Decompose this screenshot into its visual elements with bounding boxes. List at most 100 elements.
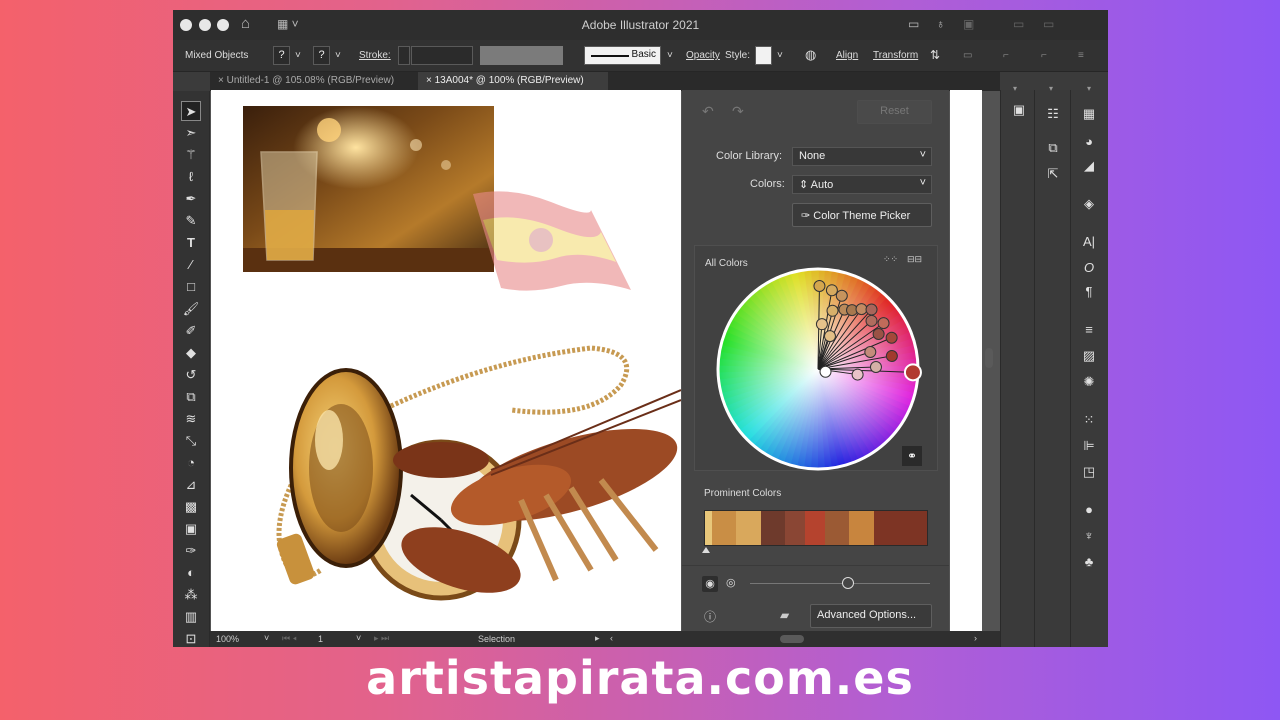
align-left-icon[interactable]: ⊫ (1079, 436, 1099, 456)
align-panel-icon[interactable]: ⁙ (1079, 410, 1099, 430)
artboard-tool-icon[interactable]: ⊡ (181, 629, 201, 647)
color-theme-picker-button[interactable]: ✑ Color Theme Picker (792, 203, 932, 227)
stroke-panel-icon[interactable]: ≡ (1079, 320, 1099, 340)
graphic-style-swatch[interactable] (755, 46, 772, 65)
color-handle[interactable] (865, 303, 878, 316)
horizontal-scrollbar[interactable] (780, 635, 804, 643)
color-handle[interactable] (826, 304, 839, 317)
lightbulb-icon[interactable]: ♁ (936, 17, 945, 31)
scroll-right-icon[interactable]: › (974, 633, 977, 643)
type-tool-icon[interactable]: T (181, 233, 201, 253)
symbols-icon[interactable]: ♆ (1079, 526, 1099, 546)
properties-panel-icon[interactable]: ▣ (1009, 100, 1029, 120)
brush-definition[interactable]: Basic (584, 46, 661, 65)
artboard-chevron-down-icon[interactable]: ˅ (356, 633, 361, 643)
prominent-color-swatch[interactable] (873, 511, 928, 545)
align-link[interactable]: Align (836, 50, 858, 61)
perspective-grid-icon[interactable]: ⊿ (181, 475, 201, 495)
stroke-label[interactable]: Stroke: (359, 50, 391, 61)
rotate-icon[interactable]: ↺ (181, 365, 201, 385)
base-color-handle[interactable] (903, 363, 922, 382)
opacity-link[interactable]: Opacity (686, 50, 720, 61)
character-icon[interactable]: A| (1079, 232, 1099, 252)
saturation-slider-handle[interactable] (842, 577, 854, 589)
info-icon[interactable]: ⓘ (704, 608, 716, 625)
stroke-swatch[interactable]: ? (313, 46, 330, 65)
color-handle[interactable] (825, 284, 838, 297)
stroke-weight-input[interactable] (411, 46, 473, 65)
mesh-icon[interactable]: ▩ (181, 497, 201, 517)
color-handle[interactable] (851, 368, 864, 381)
symbol-sprayer-icon[interactable]: ⁂ (181, 585, 201, 605)
shaper-icon[interactable]: ✐ (181, 321, 201, 341)
direct-selection-tool-icon[interactable]: ➣ (181, 123, 201, 143)
prominent-color-swatch[interactable] (705, 511, 712, 545)
segment-mode-icon[interactable]: ◎ (726, 576, 736, 589)
artboard[interactable] (211, 90, 681, 631)
prominent-color-swatch[interactable] (849, 511, 874, 545)
fill-swatch[interactable]: ? (273, 46, 290, 65)
transform-link[interactable]: Transform (873, 50, 918, 61)
opentype-icon[interactable]: O (1079, 258, 1099, 278)
paragraph-icon[interactable]: ¶ (1079, 282, 1099, 302)
control-option-icon[interactable]: ▭ (963, 50, 972, 61)
gradient-panel-icon[interactable]: ▨ (1079, 346, 1099, 366)
color-handle[interactable] (885, 331, 898, 344)
line-tool-icon[interactable]: ⁄ (181, 255, 201, 275)
first-artboard-icon[interactable]: ⏮ ◂ (282, 633, 297, 644)
lasso-icon[interactable]: ℓ (181, 167, 201, 187)
hue-circle-mode-icon[interactable]: ◉ (702, 576, 718, 592)
artboard-secondary[interactable] (950, 90, 982, 631)
collapse-arrow-icon[interactable]: ▾ (1013, 84, 1017, 93)
color-handle[interactable] (864, 346, 877, 359)
layers-icon[interactable]: ◈ (1079, 194, 1099, 214)
shape-builder-icon[interactable]: ◔ (181, 453, 201, 473)
swatches-icon[interactable]: ◢ (1079, 156, 1099, 176)
eraser-icon[interactable]: ◆ (181, 343, 201, 363)
rectangle-tool-icon[interactable]: □ (181, 277, 201, 297)
saturation-slider-track[interactable] (750, 583, 930, 584)
eyedropper-icon[interactable]: ✑ (181, 541, 201, 561)
sliders-icon[interactable]: ☷ (1043, 104, 1063, 124)
stroke-weight-stepper[interactable] (398, 46, 410, 65)
variable-width-profile[interactable] (480, 46, 563, 65)
bar-photo[interactable] (243, 106, 494, 272)
color-wheel[interactable] (713, 264, 923, 474)
redo-icon[interactable]: ↷ (732, 103, 744, 120)
prominent-color-swatch[interactable] (736, 511, 761, 545)
prominent-color-swatch[interactable] (824, 511, 850, 545)
brush-chevron-down-icon[interactable]: ˅ (667, 50, 673, 61)
graph-icon[interactable]: ▥ (181, 607, 201, 627)
blend-icon[interactable]: ◐ (181, 563, 201, 583)
pen-icon[interactable]: ✒ (181, 189, 201, 209)
color-handle[interactable] (835, 289, 848, 302)
selection-tool-icon[interactable]: ➤ (181, 101, 201, 121)
collapse-arrow-icon[interactable]: ▾ (1087, 84, 1091, 93)
control-menu-icon[interactable]: ≡ (1078, 50, 1084, 61)
color-handle[interactable] (885, 349, 898, 362)
status-mode[interactable]: Selection (478, 634, 515, 644)
scale-icon[interactable]: ⧉ (181, 387, 201, 407)
last-artboard-icon[interactable]: ▸ ⏭ (374, 633, 389, 644)
layers-copy-icon[interactable]: ⧉ (1043, 138, 1063, 158)
prominent-color-swatch[interactable] (784, 511, 805, 545)
color-handle[interactable] (872, 328, 885, 340)
stroke-dropdown-chevron-down-icon[interactable]: ˅ (335, 50, 341, 61)
isolate-icon[interactable]: ⇅ (930, 48, 940, 62)
advanced-options-button[interactable]: Advanced Options... (810, 604, 932, 628)
magic-wand-icon[interactable]: ⚚ (181, 145, 201, 165)
folder-icon[interactable]: ▰ (780, 608, 789, 622)
libraries-icon[interactable]: ▦ (1079, 104, 1099, 124)
cloud-docs-icon[interactable]: ▭ (1013, 17, 1024, 31)
scroll-left-icon[interactable]: ‹ (610, 633, 613, 643)
color-handle[interactable] (815, 318, 828, 331)
pathfinder-icon[interactable]: ◳ (1079, 462, 1099, 482)
color-handle[interactable] (855, 303, 868, 316)
color-handle[interactable] (819, 365, 832, 378)
curvature-icon[interactable]: ✎ (181, 211, 201, 231)
control-option-icon[interactable]: ⌐ (1041, 50, 1047, 61)
search-icon[interactable]: ▭ (1043, 17, 1054, 31)
appearance-icon[interactable]: ● (1079, 500, 1099, 520)
color-handle[interactable] (813, 280, 826, 293)
free-transform-icon[interactable]: ⤡ (181, 431, 201, 451)
